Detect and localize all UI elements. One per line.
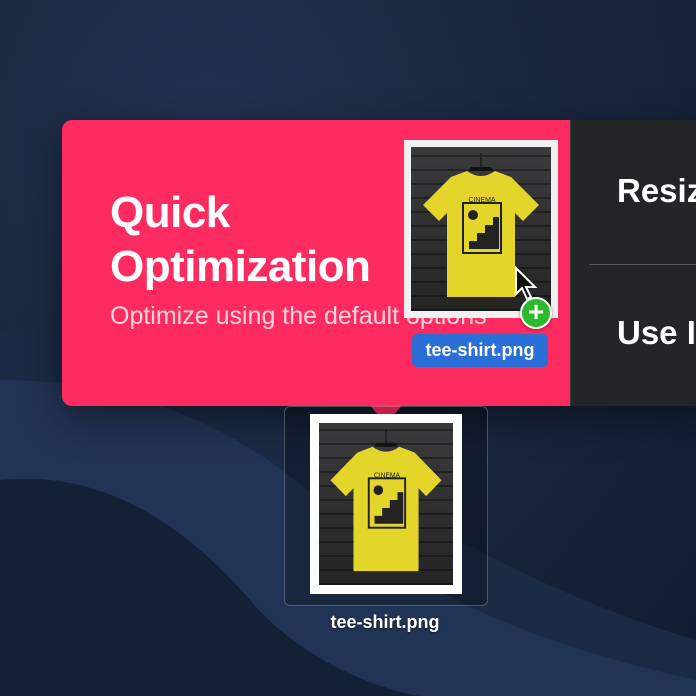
- desktop-file-label[interactable]: tee-shirt.png: [284, 612, 486, 633]
- tee-shirt-photo: CINEMA: [319, 423, 453, 585]
- menu-divider: [589, 264, 696, 265]
- shirt-text-top: CINEMA: [468, 197, 496, 204]
- resize-option[interactable]: Resiz: [617, 172, 696, 210]
- desktop-file-icon[interactable]: CINEMA: [310, 414, 462, 594]
- plus-icon: +: [520, 297, 552, 329]
- shirt-text-top: CINEMA: [374, 472, 400, 479]
- use-option[interactable]: Use I: [617, 314, 696, 352]
- dragged-filename: tee-shirt.png: [412, 334, 548, 367]
- side-options-menu: Resiz Use I: [570, 120, 696, 406]
- tee-shirt-graphic: CINEMA: [330, 428, 442, 572]
- card-title: Quick Optimization: [110, 188, 371, 291]
- optimization-panel: Quick Optimization Optimize using the de…: [62, 120, 696, 406]
